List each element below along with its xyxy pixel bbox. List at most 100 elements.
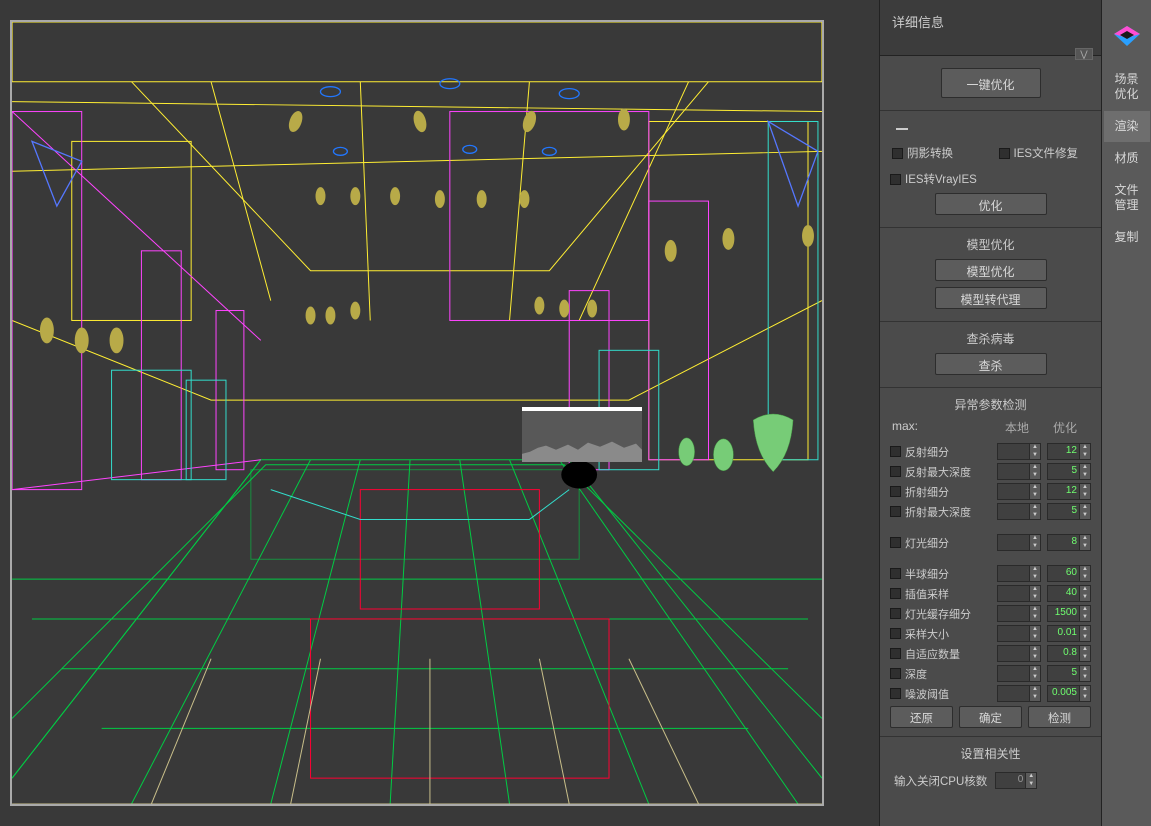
spinner-up-icon[interactable]: ▲ [1030, 586, 1040, 594]
param-local-spinner[interactable]: ▲▼ [997, 645, 1041, 662]
spinner-up-icon[interactable]: ▲ [1080, 606, 1090, 614]
spinner-down-icon[interactable]: ▼ [1030, 694, 1040, 702]
spinner-down-icon[interactable]: ▼ [1080, 614, 1090, 622]
tab-file-mgmt[interactable]: 文件 管理 [1104, 175, 1150, 221]
param-opt-spinner[interactable]: 5▲▼ [1047, 665, 1091, 682]
param-opt-spinner[interactable]: 12▲▼ [1047, 483, 1091, 500]
spinner-up-icon[interactable]: ▲ [1080, 666, 1090, 674]
tab-render[interactable]: 渲染 [1104, 111, 1150, 142]
param-local-spinner[interactable]: ▲▼ [997, 685, 1041, 702]
param-checkbox[interactable] [890, 688, 901, 699]
restore-button[interactable]: 还原 [890, 706, 953, 728]
spinner-down-icon[interactable]: ▼ [1080, 574, 1090, 582]
param-local-spinner[interactable]: ▲▼ [997, 443, 1041, 460]
param-checkbox[interactable] [890, 466, 901, 477]
spinner-up-icon[interactable]: ▲ [1030, 444, 1040, 452]
param-checkbox[interactable] [890, 608, 901, 619]
spinner-down-icon[interactable]: ▼ [1080, 472, 1090, 480]
spinner-down-icon[interactable]: ▼ [1080, 694, 1090, 702]
param-opt-spinner[interactable]: 0.005▲▼ [1047, 685, 1091, 702]
virus-scan-button[interactable]: 查杀 [935, 353, 1047, 375]
spinner-up-icon[interactable]: ▲ [1080, 484, 1090, 492]
spinner-down-icon[interactable]: ▼ [1030, 472, 1040, 480]
param-opt-spinner[interactable]: 5▲▼ [1047, 463, 1091, 480]
param-opt-spinner[interactable]: 60▲▼ [1047, 565, 1091, 582]
spinner-down-icon[interactable]: ▼ [1030, 452, 1040, 460]
spinner-up-icon[interactable]: ▲ [1080, 504, 1090, 512]
spinner-up-icon[interactable]: ▲ [1030, 484, 1040, 492]
param-local-spinner[interactable]: ▲▼ [997, 534, 1041, 551]
collapse-icon[interactable]: ⋁ [1075, 48, 1093, 60]
spinner-down-icon[interactable]: ▼ [1030, 634, 1040, 642]
spinner-up-icon[interactable]: ▲ [1030, 686, 1040, 694]
param-checkbox[interactable] [890, 588, 901, 599]
viewport-frame[interactable] [10, 20, 824, 806]
param-checkbox[interactable] [890, 506, 901, 517]
param-opt-spinner[interactable]: 5▲▼ [1047, 503, 1091, 520]
checkbox-ies-fix[interactable] [999, 148, 1010, 159]
spinner-down-icon[interactable]: ▼ [1030, 674, 1040, 682]
spinner-up-icon[interactable]: ▲ [1080, 626, 1090, 634]
spinner-up-icon[interactable]: ▲ [1080, 566, 1090, 574]
param-opt-spinner[interactable]: 8▲▼ [1047, 534, 1091, 551]
spinner-up-icon[interactable]: ▲ [1030, 464, 1040, 472]
param-opt-spinner[interactable]: 12▲▼ [1047, 443, 1091, 460]
spinner-down-icon[interactable]: ▼ [1030, 574, 1040, 582]
checkbox-shadow-convert[interactable] [892, 148, 903, 159]
model-optimize-button[interactable]: 模型优化 [935, 259, 1047, 281]
param-local-spinner[interactable]: ▲▼ [997, 585, 1041, 602]
spinner-up-icon[interactable]: ▲ [1030, 566, 1040, 574]
param-local-spinner[interactable]: ▲▼ [997, 565, 1041, 582]
param-checkbox[interactable] [890, 446, 901, 457]
spinner-up-icon[interactable]: ▲ [1080, 646, 1090, 654]
spinner-up-icon[interactable]: ▲ [1030, 626, 1040, 634]
spinner-up-icon[interactable]: ▲ [1030, 535, 1040, 543]
tab-material[interactable]: 材质 [1104, 143, 1150, 174]
spinner-up-icon[interactable]: ▲ [1030, 666, 1040, 674]
spinner-up-icon[interactable]: ▲ [1080, 464, 1090, 472]
spinner-up-icon[interactable]: ▲ [1026, 773, 1036, 781]
confirm-button[interactable]: 确定 [959, 706, 1022, 728]
param-local-spinner[interactable]: ▲▼ [997, 483, 1041, 500]
param-local-spinner[interactable]: ▲▼ [997, 625, 1041, 642]
spinner-up-icon[interactable]: ▲ [1030, 504, 1040, 512]
spinner-up-icon[interactable]: ▲ [1080, 586, 1090, 594]
checkbox-ies-to-vray[interactable] [890, 174, 901, 185]
param-local-spinner[interactable]: ▲▼ [997, 605, 1041, 622]
param-local-spinner[interactable]: ▲▼ [997, 503, 1041, 520]
spinner-down-icon[interactable]: ▼ [1030, 654, 1040, 662]
param-checkbox[interactable] [890, 648, 901, 659]
spinner-down-icon[interactable]: ▼ [1030, 543, 1040, 551]
spinner-down-icon[interactable]: ▼ [1080, 634, 1090, 642]
param-checkbox[interactable] [890, 568, 901, 579]
one-click-optimize-button[interactable]: 一键优化 [941, 68, 1041, 98]
spinner-down-icon[interactable]: ▼ [1080, 512, 1090, 520]
spinner-down-icon[interactable]: ▼ [1030, 492, 1040, 500]
param-checkbox[interactable] [890, 628, 901, 639]
spinner-down-icon[interactable]: ▼ [1080, 543, 1090, 551]
optimize-button[interactable]: 优化 [935, 193, 1047, 215]
spinner-up-icon[interactable]: ▲ [1080, 444, 1090, 452]
spinner-down-icon[interactable]: ▼ [1030, 512, 1040, 520]
param-local-spinner[interactable]: ▲▼ [997, 463, 1041, 480]
spinner-down-icon[interactable]: ▼ [1080, 654, 1090, 662]
param-opt-spinner[interactable]: 1500▲▼ [1047, 605, 1091, 622]
param-checkbox[interactable] [890, 537, 901, 548]
param-checkbox[interactable] [890, 486, 901, 497]
spinner-down-icon[interactable]: ▼ [1030, 594, 1040, 602]
spinner-up-icon[interactable]: ▲ [1030, 646, 1040, 654]
detect-button[interactable]: 检测 [1028, 706, 1091, 728]
param-opt-spinner[interactable]: 0.01▲▼ [1047, 625, 1091, 642]
cpu-spinner[interactable]: 0 ▲▼ [995, 772, 1037, 789]
spinner-down-icon[interactable]: ▼ [1030, 614, 1040, 622]
param-checkbox[interactable] [890, 668, 901, 679]
model-to-proxy-button[interactable]: 模型转代理 [935, 287, 1047, 309]
param-opt-spinner[interactable]: 0.8▲▼ [1047, 645, 1091, 662]
spinner-down-icon[interactable]: ▼ [1080, 674, 1090, 682]
spinner-up-icon[interactable]: ▲ [1030, 606, 1040, 614]
spinner-down-icon[interactable]: ▼ [1026, 781, 1036, 789]
param-local-spinner[interactable]: ▲▼ [997, 665, 1041, 682]
spinner-up-icon[interactable]: ▲ [1080, 686, 1090, 694]
param-opt-spinner[interactable]: 40▲▼ [1047, 585, 1091, 602]
spinner-up-icon[interactable]: ▲ [1080, 535, 1090, 543]
